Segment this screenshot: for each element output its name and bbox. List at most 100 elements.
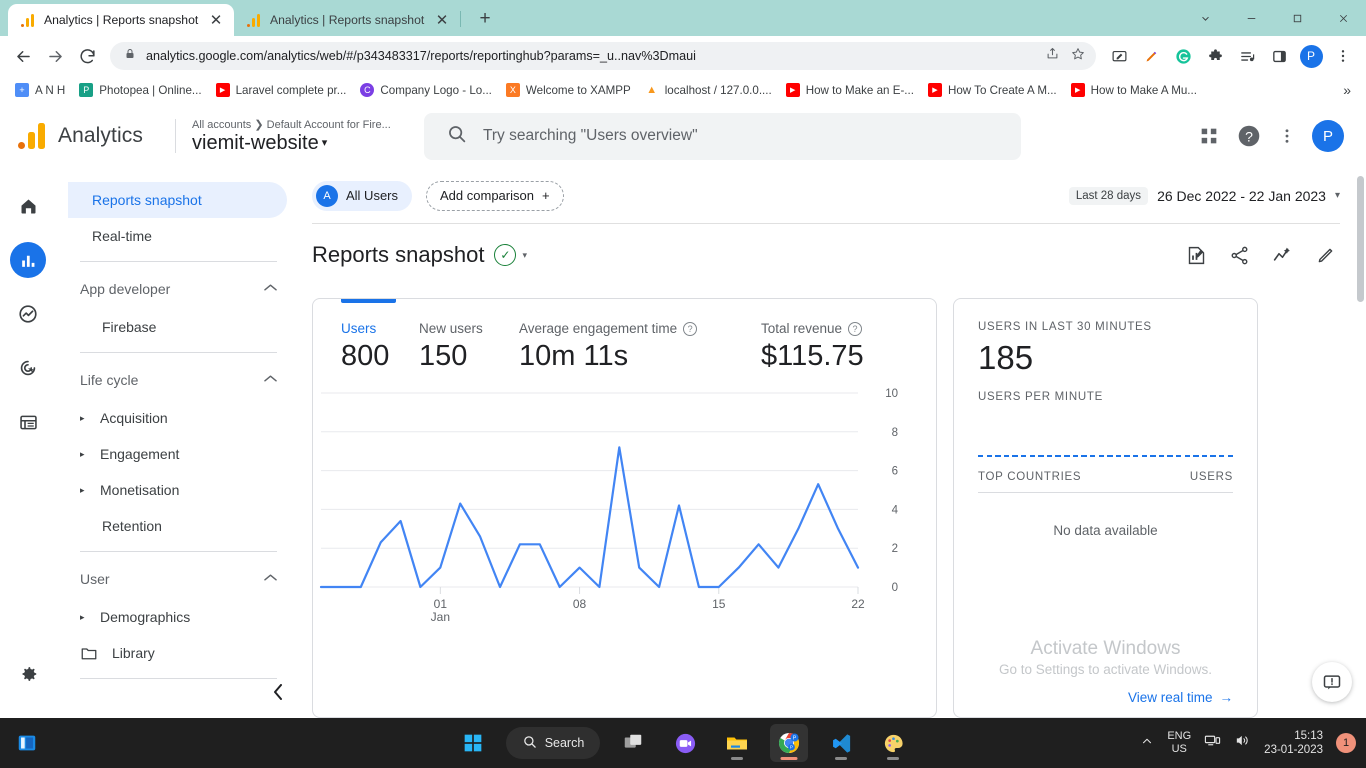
volume-icon[interactable] — [1234, 732, 1251, 754]
sidebar-item-acquisition[interactable]: ▸ Acquisition — [56, 400, 299, 436]
svg-text:?: ? — [1245, 128, 1253, 144]
date-range-picker[interactable]: Last 28 days 26 Dec 2022 - 22 Jan 2023 ▾ — [1068, 186, 1340, 205]
vs-code-icon[interactable] — [822, 724, 860, 762]
search-placeholder: Try searching "Users overview" — [483, 127, 698, 144]
close-window-icon[interactable] — [1320, 0, 1366, 36]
bookmark-item[interactable]: X Welcome to XAMPP — [500, 80, 637, 100]
taskbar-search[interactable]: Search — [505, 727, 601, 759]
add-comparison-button[interactable]: Add comparison + — [426, 180, 564, 211]
chevron-down-icon[interactable]: ▾ — [522, 250, 527, 261]
sidebar-item-library[interactable]: Library — [56, 635, 299, 671]
browser-profile-avatar[interactable]: P — [1296, 41, 1326, 71]
bookmark-item[interactable]: ▲ localhost / 127.0.0.... — [639, 80, 778, 100]
sidebar-group-app-developer[interactable]: App developer — [56, 269, 299, 309]
extension-note-icon[interactable] — [1104, 41, 1134, 71]
language-indicator[interactable]: ENG US — [1167, 730, 1191, 756]
bookmark-item[interactable]: ▶ How To Create A M... — [922, 80, 1063, 100]
extension-pen-icon[interactable] — [1136, 41, 1166, 71]
close-icon[interactable]: ✕ — [434, 13, 450, 28]
google-chrome-icon[interactable]: P P — [770, 724, 809, 762]
reports-icon[interactable] — [10, 242, 46, 278]
apps-grid-icon[interactable] — [1198, 125, 1220, 147]
reload-icon[interactable] — [72, 41, 102, 71]
extensions-puzzle-icon[interactable] — [1200, 41, 1230, 71]
chevron-right-icon: ▸ — [80, 448, 85, 459]
bookmarks-overflow-icon[interactable]: » — [1343, 82, 1357, 98]
more-vertical-icon[interactable] — [1278, 127, 1296, 145]
paint-icon[interactable] — [874, 724, 912, 762]
address-bar[interactable]: analytics.google.com/analytics/web/#/p34… — [110, 42, 1096, 70]
bookmark-item[interactable]: ▶ How to Make an E-... — [780, 80, 920, 100]
help-icon[interactable]: ? — [848, 321, 863, 336]
collapse-sidebar-icon[interactable] — [271, 684, 285, 704]
configure-icon[interactable] — [10, 404, 46, 440]
insights-icon[interactable] — [1186, 245, 1207, 266]
metric-average-engagement-time[interactable]: Average engagement time ? 10m 11s — [519, 321, 761, 373]
side-panel-icon[interactable] — [1264, 41, 1294, 71]
bookmark-item[interactable]: C Company Logo - Lo... — [354, 80, 498, 100]
new-tab-button[interactable]: + — [471, 5, 499, 33]
analytics-logo[interactable]: Analytics — [0, 123, 175, 149]
windows-start-icon[interactable] — [454, 724, 492, 762]
compare-icon[interactable] — [1272, 245, 1293, 266]
sidebar-group-life-cycle[interactable]: Life cycle — [56, 360, 299, 400]
close-icon[interactable]: ✕ — [208, 13, 224, 28]
check-circle-icon[interactable]: ✓ — [494, 244, 517, 266]
tray-chevron-up-icon[interactable] — [1140, 734, 1154, 753]
chrome-menu-icon[interactable] — [1328, 41, 1358, 71]
home-icon[interactable] — [10, 188, 46, 224]
back-icon[interactable] — [8, 41, 38, 71]
metric-new-users[interactable]: New users 150 — [419, 321, 519, 373]
explore-icon[interactable] — [10, 296, 46, 332]
sidebar-item-label: Demographics — [100, 609, 191, 625]
sidebar-item-demographics[interactable]: ▸ Demographics — [56, 599, 299, 635]
tab-search-chevron-icon[interactable] — [1182, 0, 1228, 36]
metric-total-revenue[interactable]: Total revenue ? $115.75 — [761, 321, 874, 373]
view-real-time-link[interactable]: View real time → — [1128, 690, 1233, 705]
settings-gear-icon[interactable] — [10, 656, 46, 692]
maximize-icon[interactable] — [1274, 0, 1320, 36]
bookmark-item[interactable]: ▶ How to Make A Mu... — [1065, 80, 1203, 100]
bookmark-item[interactable]: ▶ Laravel complete pr... — [210, 80, 353, 100]
sidebar-item-monetisation[interactable]: ▸ Monetisation — [56, 472, 299, 508]
network-icon[interactable] — [1204, 732, 1221, 754]
sidebar-group-user[interactable]: User — [56, 559, 299, 599]
bookmark-item[interactable]: P Photopea | Online... — [73, 80, 207, 100]
browser-tab-2[interactable]: Analytics | Reports snapshot ✕ — [234, 4, 460, 36]
feedback-icon[interactable] — [1312, 662, 1352, 702]
audience-chip-all-users[interactable]: A All Users — [312, 180, 413, 211]
advertising-icon[interactable] — [10, 350, 46, 386]
sidebar-item-firebase[interactable]: Firebase — [56, 309, 299, 345]
help-icon[interactable]: ? — [1236, 123, 1262, 149]
widgets-icon[interactable] — [8, 724, 46, 762]
widgets-button[interactable] — [8, 724, 46, 762]
avatar[interactable]: P — [1312, 120, 1344, 152]
notification-badge[interactable]: 1 — [1336, 733, 1356, 753]
sidebar-item-engagement[interactable]: ▸ Engagement — [56, 436, 299, 472]
help-icon[interactable]: ? — [683, 321, 698, 336]
sidebar-item-retention[interactable]: Retention — [56, 508, 299, 544]
share-icon[interactable] — [1229, 245, 1250, 266]
extension-grammarly-icon[interactable] — [1168, 41, 1198, 71]
bookmark-star-icon[interactable] — [1070, 46, 1086, 67]
edit-pencil-icon[interactable] — [1315, 245, 1336, 266]
sidebar-item-real-time[interactable]: Real-time — [68, 218, 287, 254]
share-page-icon[interactable] — [1045, 46, 1060, 66]
browser-tab-1[interactable]: Analytics | Reports snapshot ✕ — [8, 4, 234, 36]
metric-users[interactable]: Users 800 — [341, 321, 419, 373]
clock[interactable]: 15:13 23-01-2023 — [1264, 729, 1323, 757]
sidebar-item-reports-snapshot[interactable]: Reports snapshot — [68, 182, 287, 218]
sidebar-separator — [80, 678, 277, 679]
task-view-icon[interactable] — [614, 724, 652, 762]
bookmark-item[interactable]: + A N H — [9, 80, 71, 100]
users-line-chart[interactable]: 0 2 4 6 8 10 01 Jan 08 15 22 — [313, 379, 936, 629]
minimize-icon[interactable] — [1228, 0, 1274, 36]
property-selector[interactable]: All accounts ❯ Default Account for Fire.… — [176, 118, 416, 155]
svg-text:0: 0 — [892, 582, 898, 594]
google-meet-icon[interactable] — [666, 724, 704, 762]
forward-icon[interactable] — [40, 41, 70, 71]
media-list-icon[interactable] — [1232, 41, 1262, 71]
file-explorer-icon[interactable] — [718, 724, 756, 762]
search-input[interactable]: Try searching "Users overview" — [424, 112, 1021, 160]
content-scrollbar[interactable] — [1354, 168, 1366, 718]
